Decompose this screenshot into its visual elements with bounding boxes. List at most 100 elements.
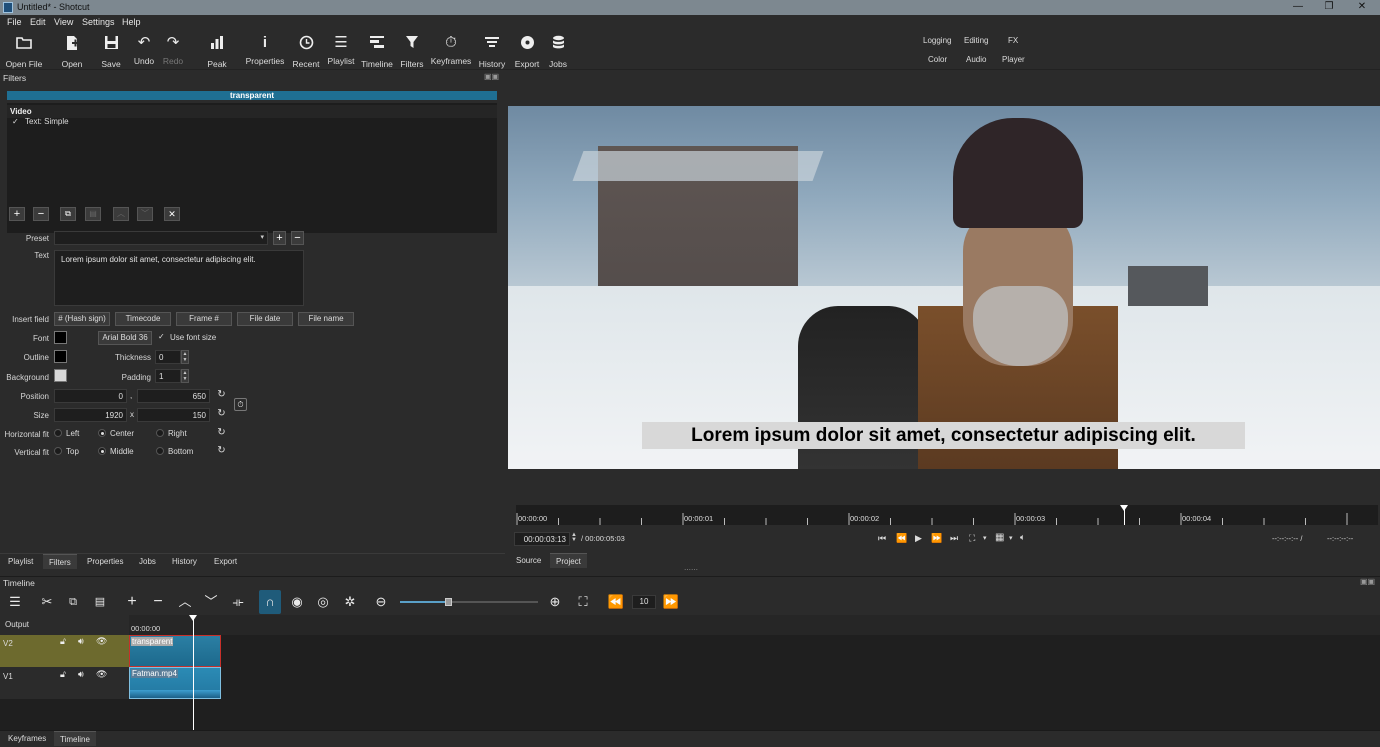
zoom-slider[interactable]	[400, 598, 538, 606]
deselect-filter-button[interactable]: ✕	[164, 207, 180, 221]
insert-file-name-button[interactable]: File name	[298, 312, 354, 326]
layout-audio[interactable]: Audio	[966, 55, 986, 64]
volume-icon[interactable]: 🔈︎	[1020, 532, 1025, 543]
grid-icon[interactable]: ▦	[995, 532, 1004, 543]
ripple-all-icon[interactable]: ✲	[339, 590, 361, 614]
position-y-input[interactable]: 650	[137, 389, 210, 403]
vfit-bottom-radio[interactable]	[156, 447, 164, 455]
position-reset-icon[interactable]: ↻	[216, 390, 227, 401]
open-file-button[interactable]: Open File	[4, 32, 44, 69]
fast-forward-icon[interactable]: ⏩	[931, 533, 942, 544]
menu-help[interactable]: Help	[122, 17, 141, 27]
skip-forward-icon[interactable]: ⏩	[660, 590, 682, 614]
layout-fx[interactable]: FX	[1008, 36, 1018, 45]
filter-check-icon[interactable]: ✓	[12, 117, 19, 126]
layout-editing[interactable]: Editing	[964, 36, 988, 45]
timeline-button[interactable]: Timeline	[361, 32, 393, 69]
size-width-input[interactable]: 1920	[54, 408, 127, 422]
track-header-v2[interactable]: V2 🔓︎ 🔊︎ 👁︎	[0, 635, 129, 667]
menu-file[interactable]: File	[7, 17, 22, 27]
outline-color-swatch[interactable]	[54, 350, 67, 363]
track-header-v1[interactable]: V1 🔓︎ 🔊︎ 👁︎	[0, 667, 129, 699]
preset-combo[interactable]: ▾	[54, 231, 268, 245]
layout-color[interactable]: Color	[928, 55, 947, 64]
thickness-spinbox[interactable]: 0	[155, 350, 181, 364]
rewind-icon[interactable]: ⏪	[896, 533, 907, 544]
size-height-input[interactable]: 150	[137, 408, 210, 422]
append-icon[interactable]: +	[121, 590, 143, 614]
tab-keyframes[interactable]: Keyframes	[2, 731, 52, 746]
copy-icon[interactable]: ⧉	[62, 590, 84, 614]
properties-button[interactable]: i Properties	[245, 32, 285, 66]
zoom-chevron-down-icon[interactable]: ▾	[983, 534, 987, 542]
export-button[interactable]: Export	[513, 32, 541, 69]
player-ruler[interactable]: 00:00:00 00:00:01 00:00:02 00:00:03 00:0…	[516, 505, 1378, 525]
insert-frame-button[interactable]: Frame #	[176, 312, 232, 326]
menu-edit[interactable]: Edit	[30, 17, 46, 27]
lift-icon[interactable]: ︿	[174, 590, 196, 614]
split-icon[interactable]: ⟛	[227, 590, 249, 614]
vfit-reset-icon[interactable]: ↻	[216, 446, 227, 457]
undo-button[interactable]: ↶ Undo	[131, 32, 157, 66]
timeline-playhead[interactable]	[193, 615, 194, 731]
padding-spinbox[interactable]: 1	[155, 369, 181, 383]
hfit-reset-icon[interactable]: ↻	[216, 428, 227, 439]
padding-spin-arrows[interactable]: ▲ ▼	[181, 369, 189, 383]
filter-item[interactable]: ✓ Text: Simple	[10, 117, 210, 129]
skip-back-icon[interactable]: ⏪	[605, 590, 627, 614]
zoom-slider-handle[interactable]	[445, 598, 453, 606]
mute-icon[interactable]: 🔊︎	[78, 669, 84, 680]
history-button[interactable]: History	[477, 32, 507, 69]
zoom-fit-icon[interactable]: ⛶	[572, 590, 594, 614]
tab-properties[interactable]: Properties	[81, 554, 129, 569]
maximize-button[interactable]: ❐	[1314, 0, 1344, 15]
insert-file-date-button[interactable]: File date	[237, 312, 293, 326]
tab-timeline[interactable]: Timeline	[54, 731, 96, 746]
copy-filters-button[interactable]: ⧉	[60, 207, 76, 221]
clip-fatman[interactable]: Fatman.mp4	[129, 667, 221, 699]
tab-jobs[interactable]: Jobs	[133, 554, 162, 569]
hfit-right-radio[interactable]	[156, 429, 164, 437]
filters-button[interactable]: Filters	[398, 32, 426, 69]
play-icon[interactable]: ▶	[915, 533, 922, 544]
paste-filters-button[interactable]: ▤	[85, 207, 101, 221]
use-font-size-checkbox[interactable]: ✓	[158, 332, 165, 341]
hfit-center-radio[interactable]	[98, 429, 106, 437]
redo-button[interactable]: ↷ Redo	[160, 32, 186, 66]
text-input[interactable]: Lorem ipsum dolor sit amet, consectetur …	[54, 250, 304, 306]
splitter-handle[interactable]: ⋯⋯	[684, 566, 698, 574]
tab-source[interactable]: Source	[510, 553, 547, 568]
clip-transparent[interactable]: transparent	[129, 635, 221, 667]
eye-icon[interactable]: 👁︎	[96, 669, 107, 680]
close-button[interactable]: ✕	[1347, 0, 1377, 15]
keyframes-button[interactable]: ⏱ Keyframes	[430, 32, 472, 66]
tab-filters[interactable]: Filters	[43, 554, 77, 569]
minimize-button[interactable]: —	[1283, 0, 1313, 15]
zoom-icon[interactable]: ⛶	[969, 533, 975, 544]
tab-export[interactable]: Export	[208, 554, 243, 569]
thickness-spin-arrows[interactable]: ▲ ▼	[181, 350, 189, 364]
skip-to-end-icon[interactable]: ⏭	[950, 533, 958, 544]
current-time-input[interactable]: 00:00:03:13	[514, 532, 570, 546]
background-color-swatch[interactable]	[54, 369, 67, 382]
jobs-button[interactable]: Jobs	[545, 32, 571, 69]
playlist-button[interactable]: ☰ Playlist	[326, 32, 356, 66]
font-button[interactable]: Arial Bold 36	[98, 331, 152, 345]
snap-magnet-icon[interactable]: ∩	[259, 590, 281, 614]
grid-chevron-down-icon[interactable]: ▾	[1009, 534, 1013, 542]
mute-icon[interactable]: 🔊︎	[78, 636, 84, 647]
vfit-top-radio[interactable]	[54, 447, 62, 455]
ripple-icon[interactable]: ◎	[312, 590, 334, 614]
menu-view[interactable]: View	[54, 17, 73, 27]
vfit-middle-radio[interactable]	[98, 447, 106, 455]
save-preset-button[interactable]: +	[273, 231, 286, 245]
tab-playlist[interactable]: Playlist	[2, 554, 39, 569]
move-filter-down-button[interactable]: ﹀	[137, 207, 153, 221]
timeline-ruler[interactable]: 00:00:00	[129, 615, 1380, 635]
timeline-menu-icon[interactable]: ☰	[4, 590, 26, 614]
keyframe-stopwatch-icon[interactable]: ⏱	[234, 398, 247, 411]
hfit-left-radio[interactable]	[54, 429, 62, 437]
paste-icon[interactable]: ▤	[89, 590, 111, 614]
layout-logging[interactable]: Logging	[923, 36, 951, 45]
delete-preset-button[interactable]: −	[291, 231, 304, 245]
